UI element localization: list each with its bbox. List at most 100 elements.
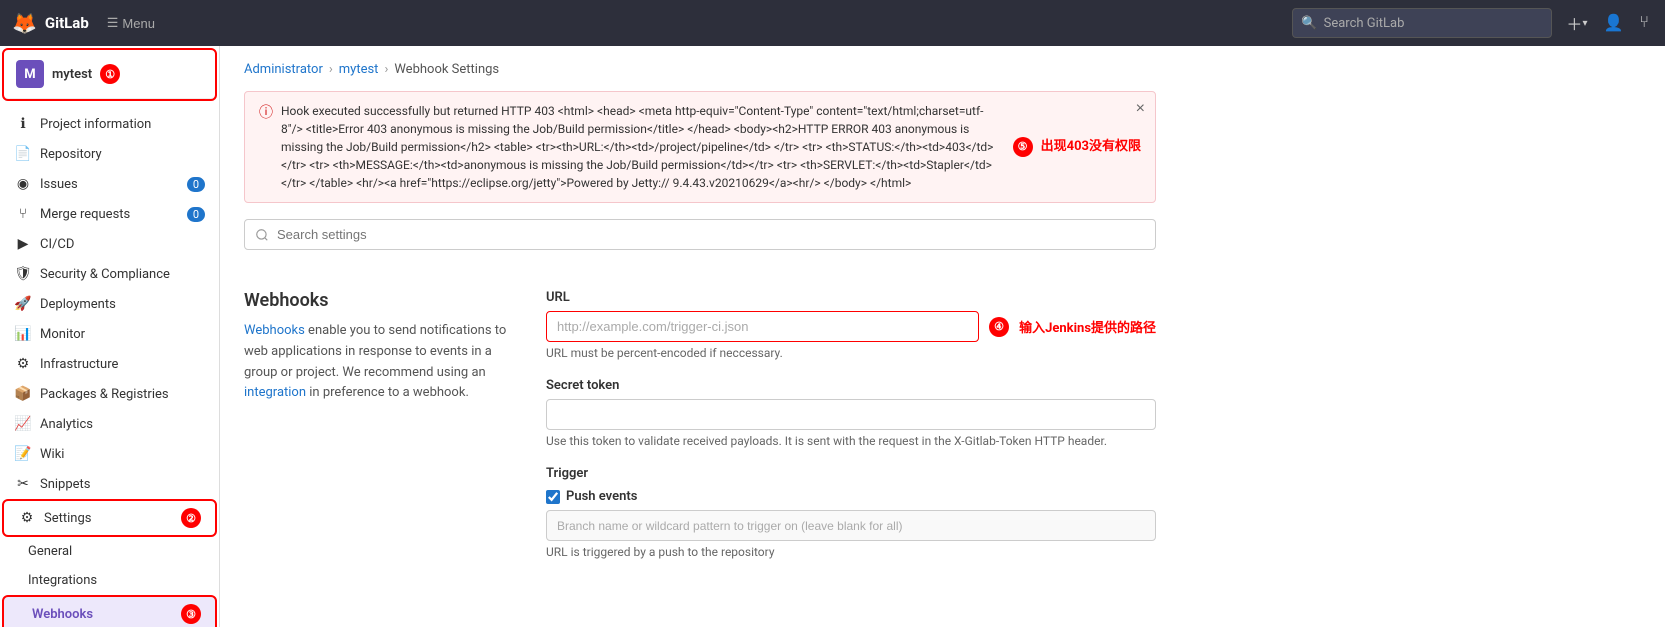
url-row: ④ 输入Jenkins提供的路径 (546, 311, 1156, 342)
secret-token-input[interactable] (546, 399, 1156, 430)
annotation-badge-3: ③ (181, 604, 201, 624)
sidebar-item-label: Webhooks (32, 607, 173, 622)
wiki-icon: 📝 (14, 446, 32, 462)
annotation-badge-5: ⑤ (1013, 137, 1033, 157)
sidebar-item-deployments[interactable]: 🚀 Deployments (0, 289, 219, 319)
annotation-badge-2: ② (181, 508, 201, 528)
sidebar-item-label: Wiki (40, 447, 205, 462)
sidebar-item-general[interactable]: General (0, 537, 219, 566)
sidebar: M mytest ① ℹ Project information 📄 Repos… (0, 46, 220, 627)
sidebar-item-label: CI/CD (40, 237, 205, 252)
url-input[interactable] (546, 311, 979, 342)
snippets-icon: ✂ (14, 476, 32, 492)
avatar: M (16, 60, 44, 88)
secret-token-label: Secret token (546, 378, 1156, 393)
integration-link[interactable]: integration (244, 385, 306, 400)
sidebar-item-project-information[interactable]: ℹ Project information (0, 109, 219, 139)
sidebar-item-label: Repository (40, 147, 205, 162)
sidebar-item-webhooks[interactable]: Webhooks ③ (4, 597, 215, 627)
webhooks-description: Webhooks Webhooks enable you to send not… (244, 290, 514, 577)
url-label: URL (546, 290, 1156, 305)
sidebar-item-security-compliance[interactable]: 🛡 Security & Compliance (0, 259, 219, 289)
merge-badge: 0 (187, 207, 205, 222)
repo-icon: 📄 (14, 146, 32, 162)
global-search-bar[interactable]: 🔍 Search GitLab (1292, 8, 1552, 38)
packages-icon: 📦 (14, 386, 32, 402)
sidebar-item-merge-requests[interactable]: ⑂ Merge requests 0 (0, 199, 219, 229)
sidebar-item-label: Analytics (40, 417, 205, 432)
search-settings-container (244, 219, 1156, 270)
profile-icon: 👤 (1603, 13, 1623, 33)
settings-icon: ⚙ (18, 510, 36, 526)
gitlab-wordmark: GitLab (45, 14, 89, 32)
profile-button[interactable]: 👤 (1599, 9, 1627, 37)
sidebar-item-label: General (28, 544, 205, 559)
breadcrumb-current: Webhook Settings (394, 62, 499, 77)
sidebar-item-packages-registries[interactable]: 📦 Packages & Registries (0, 379, 219, 409)
sidebar-item-repository[interactable]: 📄 Repository (0, 139, 219, 169)
analytics-icon: 📈 (14, 416, 32, 432)
push-events-row: Push events (546, 489, 1156, 504)
sidebar-item-infrastructure[interactable]: ⚙ Infrastructure (0, 349, 219, 379)
menu-button[interactable]: ☰ Menu (99, 11, 163, 35)
url-help: URL must be percent-encoded if neccessar… (546, 346, 1156, 360)
alert-icon: ⓘ (259, 103, 273, 192)
webhooks-description-text: Webhooks enable you to send notification… (244, 321, 514, 404)
fox-icon: 🦊 (12, 11, 37, 35)
infra-icon: ⚙ (14, 356, 32, 372)
sidebar-item-label: Issues (40, 177, 179, 192)
webhooks-link[interactable]: Webhooks (244, 323, 305, 338)
plus-icon: ＋ (1566, 11, 1582, 35)
sidebar-item-cicd[interactable]: ▶ CI/CD (0, 229, 219, 259)
merge-icon: ⑂ (14, 206, 32, 222)
sidebar-item-snippets[interactable]: ✂ Snippets (0, 469, 219, 499)
breadcrumb-sep: › (329, 62, 333, 77)
main-content: Administrator › mytest › Webhook Setting… (220, 46, 1665, 627)
monitor-icon: 📊 (14, 326, 32, 342)
project-header[interactable]: M mytest ① (4, 50, 215, 99)
breadcrumb-mytest[interactable]: mytest (339, 62, 379, 77)
alert-text: Hook executed successfully but returned … (281, 102, 995, 192)
alert-annotation: ⑤ 出现403没有权限 (1013, 102, 1141, 192)
sidebar-item-issues[interactable]: ◉ Issues 0 (0, 169, 219, 199)
sidebar-item-label: Settings (44, 511, 173, 526)
nav-icons: ＋ ▾ 👤 ⑂ (1562, 7, 1653, 39)
url-annotation-text: 输入Jenkins提供的路径 (1019, 317, 1156, 336)
info-icon: ℹ (14, 116, 32, 132)
chevron-down-icon: ▾ (1582, 18, 1587, 29)
branch-help: URL is triggered by a push to the reposi… (546, 545, 1156, 559)
sidebar-item-label: Infrastructure (40, 357, 205, 372)
sidebar-item-wiki[interactable]: 📝 Wiki (0, 439, 219, 469)
merge-request-button[interactable]: ⑂ (1635, 10, 1653, 36)
annotation-badge-1: ① (100, 64, 120, 84)
push-events-label: Push events (566, 489, 637, 504)
sidebar-item-settings[interactable]: ⚙ Settings ② (4, 501, 215, 535)
cicd-icon: ▶ (14, 236, 32, 252)
secret-token-help: Use this token to validate received payl… (546, 434, 1156, 448)
shield-icon: 🛡 (14, 266, 32, 282)
merge-icon: ⑂ (1639, 14, 1649, 32)
sidebar-item-label: Integrations (28, 573, 205, 588)
sidebar-item-label: Merge requests (40, 207, 179, 222)
webhooks-form: URL ④ 输入Jenkins提供的路径 URL must be percent… (546, 290, 1156, 577)
url-section: URL ④ 输入Jenkins提供的路径 URL must be percent… (546, 290, 1156, 360)
trigger-section: Trigger Push events URL is triggered by … (546, 466, 1156, 559)
sidebar-nav: ℹ Project information 📄 Repository ◉ Iss… (0, 103, 219, 627)
create-new-button[interactable]: ＋ ▾ (1562, 7, 1591, 39)
alert-close-button[interactable]: × (1136, 100, 1145, 118)
sidebar-item-integrations[interactable]: Integrations (0, 566, 219, 595)
sidebar-item-analytics[interactable]: 📈 Analytics (0, 409, 219, 439)
sidebar-item-monitor[interactable]: 📊 Monitor (0, 319, 219, 349)
sidebar-item-label: Security & Compliance (40, 267, 205, 282)
search-icon: 🔍 (1301, 16, 1317, 31)
push-events-checkbox[interactable] (546, 490, 560, 504)
sidebar-item-label: Packages & Registries (40, 387, 205, 402)
branch-pattern-input[interactable] (546, 510, 1156, 541)
issues-icon: ◉ (14, 176, 32, 192)
sidebar-item-label: Deployments (40, 297, 205, 312)
breadcrumb-administrator[interactable]: Administrator (244, 62, 323, 77)
deploy-icon: 🚀 (14, 296, 32, 312)
gitlab-logo: 🦊 GitLab (12, 11, 89, 35)
search-settings-input[interactable] (244, 219, 1156, 250)
sidebar-item-label: Monitor (40, 327, 205, 342)
